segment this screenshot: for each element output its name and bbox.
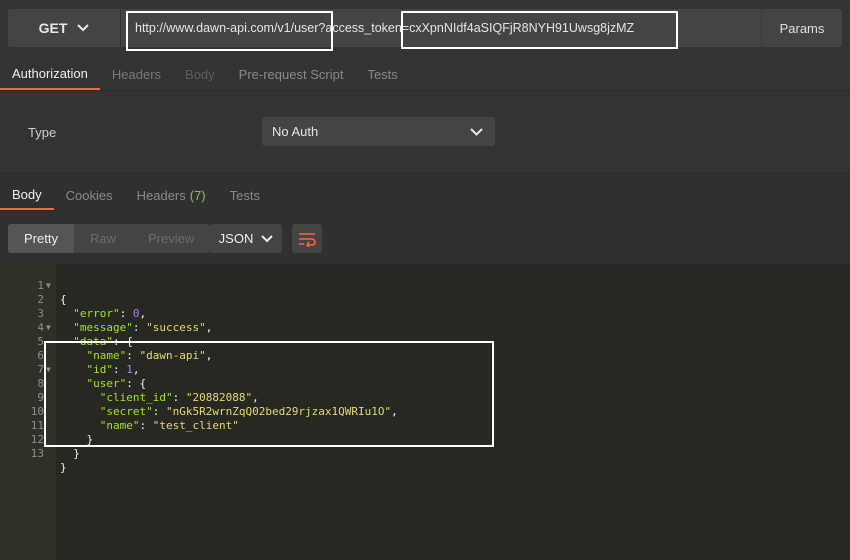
tab-body[interactable]: Body xyxy=(173,58,227,90)
tab-tests-label: Tests xyxy=(229,187,260,203)
raw-button[interactable]: Raw xyxy=(74,224,132,253)
code-line: 1 ▼ { xyxy=(0,265,850,306)
headers-count: (7) xyxy=(189,187,206,203)
divider xyxy=(0,210,850,211)
token-highlight-box xyxy=(401,11,678,49)
format-value: JSON xyxy=(218,231,254,246)
divider xyxy=(0,172,850,173)
tab-authorization[interactable]: Authorization xyxy=(0,58,100,90)
code-line: 4 ▼ "data": { xyxy=(0,307,850,348)
format-select[interactable]: JSON xyxy=(210,224,282,253)
auth-type-value: No Auth xyxy=(272,124,319,139)
tab-response-body[interactable]: Body xyxy=(0,180,54,210)
user-object-highlight-box xyxy=(44,341,494,447)
preview-button[interactable]: Preview xyxy=(132,224,210,253)
params-button[interactable]: Params xyxy=(762,9,842,47)
tab-cookies-label: Cookies xyxy=(65,187,113,203)
code-line: 2 "error": 0, xyxy=(0,279,850,320)
tab-cookies[interactable]: Cookies xyxy=(54,180,125,210)
params-label: Params xyxy=(779,20,825,36)
chevron-down-icon xyxy=(261,234,274,242)
chevron-down-icon xyxy=(77,24,90,32)
wrap-lines-icon xyxy=(299,232,316,247)
tab-tests[interactable]: Tests xyxy=(355,58,409,90)
chevron-down-icon xyxy=(470,127,483,136)
line-number: 13 xyxy=(30,447,44,460)
tab-headers[interactable]: Headers xyxy=(100,58,173,90)
url-highlight-box xyxy=(126,11,333,51)
code-line: 3 "message": "success", xyxy=(0,293,850,334)
method-select[interactable]: GET xyxy=(8,9,120,47)
code-line: 5 "name": "dawn-api", xyxy=(0,321,850,362)
auth-type-label: Type xyxy=(28,125,57,140)
tab-response-tests[interactable]: Tests xyxy=(218,180,272,210)
tab-response-headers[interactable]: Headers (7) xyxy=(125,180,218,210)
method-label: GET xyxy=(38,20,68,36)
response-tabs: Body Cookies Headers (7) Tests xyxy=(0,180,272,210)
view-mode-group: Pretty Raw Preview xyxy=(8,224,211,253)
tab-pre-request-script[interactable]: Pre-request Script xyxy=(227,58,356,90)
divider xyxy=(0,90,850,91)
auth-type-select[interactable]: No Auth xyxy=(262,117,495,146)
wrap-lines-button[interactable] xyxy=(292,224,322,253)
pretty-button[interactable]: Pretty xyxy=(8,224,74,253)
request-tabs: Authorization Headers Body Pre-request S… xyxy=(0,58,410,90)
tab-headers-label: Headers xyxy=(136,187,186,203)
